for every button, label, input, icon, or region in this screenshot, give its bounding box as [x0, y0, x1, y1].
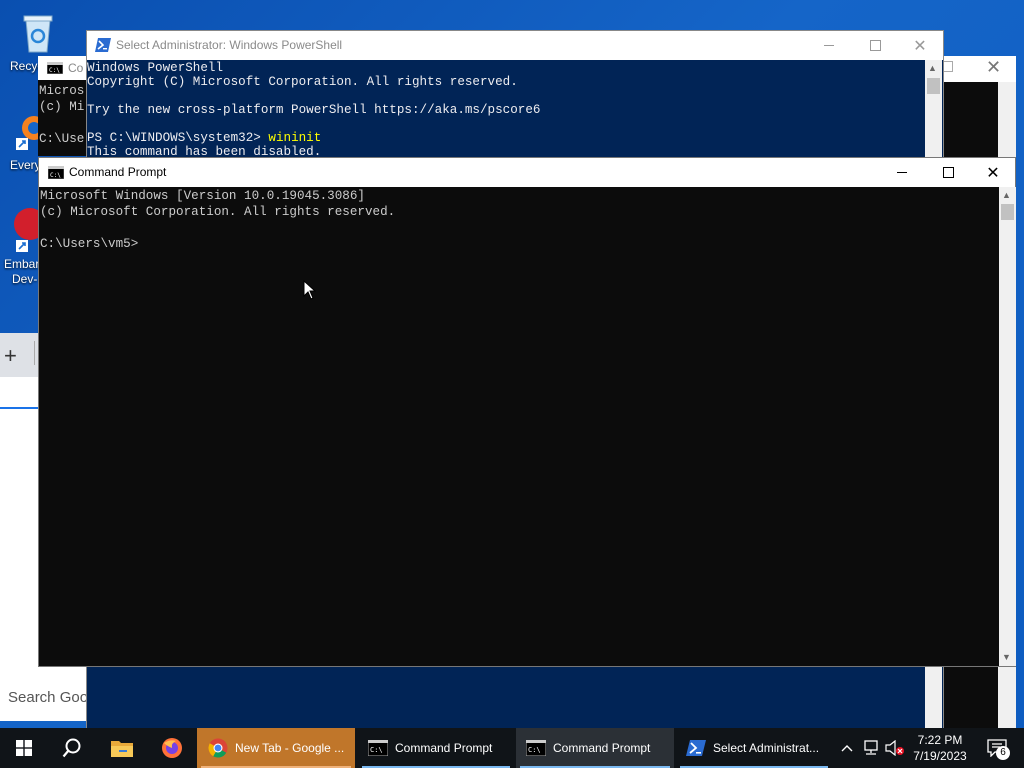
command-text: wininit [268, 131, 322, 145]
file-explorer-button[interactable] [98, 728, 146, 768]
cmd-window[interactable]: C:\ Command Prompt ✕ Microsoft Windows [… [38, 157, 1016, 667]
firefox-button[interactable] [148, 728, 196, 768]
taskbar-item-label: Command Prompt [553, 741, 651, 755]
powershell-icon [686, 740, 706, 756]
svg-text:C:\: C:\ [50, 172, 61, 179]
maximize-icon [869, 40, 881, 51]
close-button[interactable]: ✕ [970, 158, 1016, 187]
taskbar-item-label: Select Administrat... [713, 741, 820, 755]
cmd-icon: C:\ [526, 740, 546, 756]
desktop-icon-label-line2: Dev- [12, 272, 38, 286]
cmd-icon: C:\ [48, 166, 64, 179]
maximize-button[interactable] [852, 31, 898, 60]
svg-text:C:\: C:\ [528, 746, 541, 754]
recycle-bin-icon [23, 15, 53, 53]
taskbar-item-chrome[interactable]: New Tab - Google ... [197, 728, 355, 768]
close-icon: ✕ [986, 164, 1000, 182]
show-hidden-icons-button[interactable] [838, 728, 856, 768]
console-line: Microsoft Windows [Version 10.0.19045.30… [40, 189, 365, 203]
cmd-icon: C:\ [368, 740, 388, 756]
chrome-search-box[interactable]: Search Goo [0, 673, 89, 721]
network-button[interactable] [860, 728, 882, 768]
start-button[interactable] [0, 728, 48, 768]
clock[interactable]: 7:22 PM 7/19/2023 [908, 728, 972, 768]
cmd-icon: C:\ [47, 62, 63, 74]
taskbar-item-cmd-1[interactable]: C:\ Command Prompt [358, 728, 514, 768]
taskbar: New Tab - Google ... C:\ Command Prompt … [0, 728, 1024, 768]
taskbar-item-powershell[interactable]: Select Administrat... [676, 728, 832, 768]
prompt: PS C:\WINDOWS\system32> [87, 131, 269, 145]
powershell-icon [95, 38, 111, 52]
console-line: Copyright (C) Microsoft Corporation. All… [87, 75, 518, 89]
scroll-thumb[interactable] [1001, 204, 1014, 220]
close-button[interactable]: ✕ [897, 31, 943, 60]
scroll-down-arrow[interactable]: ▼ [1002, 652, 1011, 662]
search-placeholder: Search Goo [8, 689, 89, 706]
new-tab-button[interactable]: + [4, 343, 17, 369]
console-prompt[interactable]: C:\Users\vm5> [40, 237, 138, 253]
desktop-icon-label: Embar [4, 257, 40, 271]
taskbar-item-label: New Tab - Google ... [235, 741, 345, 755]
windows-logo-icon [16, 740, 32, 756]
scroll-up-arrow[interactable]: ▲ [1002, 190, 1011, 200]
scrollbar[interactable]: ▲ ▼ [999, 187, 1016, 666]
console-line: Try the new cross-platform PowerShell ht… [87, 103, 541, 117]
close-icon[interactable]: ✕ [986, 57, 1001, 78]
firefox-icon [162, 738, 182, 758]
taskbar-item-cmd-2[interactable]: C:\ Command Prompt [516, 728, 674, 768]
chevron-up-icon [841, 745, 853, 752]
minimize-button[interactable] [879, 158, 925, 187]
mouse-cursor-icon [303, 280, 317, 300]
console-line: C:\Use [39, 132, 85, 146]
maximize-icon [942, 167, 954, 178]
volume-button[interactable] [884, 728, 906, 768]
console-line: Micros [39, 84, 85, 98]
maximize-button[interactable] [925, 158, 971, 187]
notification-center-button[interactable]: 6 [978, 728, 1016, 768]
volume-muted-icon [885, 740, 904, 756]
desktop: { "desktop": { "icons": [ {"label": "Rec… [0, 0, 1024, 768]
chrome-icon [208, 738, 228, 758]
minimize-button[interactable] [806, 31, 852, 60]
window-title: Command Prompt [69, 165, 167, 179]
desktop-icon-label: Every [10, 158, 41, 172]
search-icon [62, 738, 81, 758]
console-line: (c) Microsoft Corporation. All rights re… [40, 205, 396, 219]
minimize-icon [897, 172, 907, 173]
search-button[interactable] [48, 728, 96, 768]
notification-badge: 6 [996, 746, 1010, 760]
minimize-icon [824, 45, 834, 46]
scroll-thumb[interactable] [927, 78, 940, 94]
folder-icon [111, 741, 133, 757]
network-icon [864, 740, 878, 755]
scroll-up-arrow[interactable]: ▲ [928, 63, 937, 73]
window-title: Co [68, 61, 84, 75]
tab-separator [34, 341, 35, 365]
console-line: (c) Mi [39, 100, 85, 114]
taskbar-item-label: Command Prompt [395, 741, 493, 755]
titlebar[interactable]: C:\ Command Prompt ✕ [39, 158, 1015, 187]
clock-date: 7/19/2023 [913, 749, 967, 763]
clock-time: 7:22 PM [917, 733, 963, 747]
close-icon: ✕ [913, 37, 927, 55]
titlebar[interactable]: Select Administrator: Windows PowerShell… [87, 31, 943, 60]
svg-text:C:\: C:\ [370, 746, 383, 754]
window-title: Select Administrator: Windows PowerShell [116, 38, 343, 52]
svg-text:C:\: C:\ [49, 67, 60, 74]
